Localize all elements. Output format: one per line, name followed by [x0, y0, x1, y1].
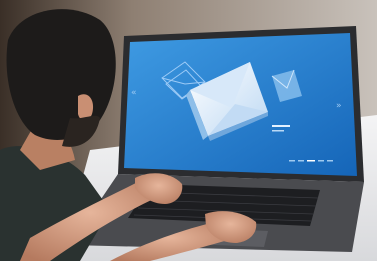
chevron-right-icon[interactable]: » — [336, 101, 342, 111]
chevron-left-icon[interactable]: « — [131, 88, 137, 98]
screen-text-line — [272, 125, 290, 127]
screen-text-line — [272, 130, 284, 132]
photo-scene: « » — [0, 0, 377, 261]
